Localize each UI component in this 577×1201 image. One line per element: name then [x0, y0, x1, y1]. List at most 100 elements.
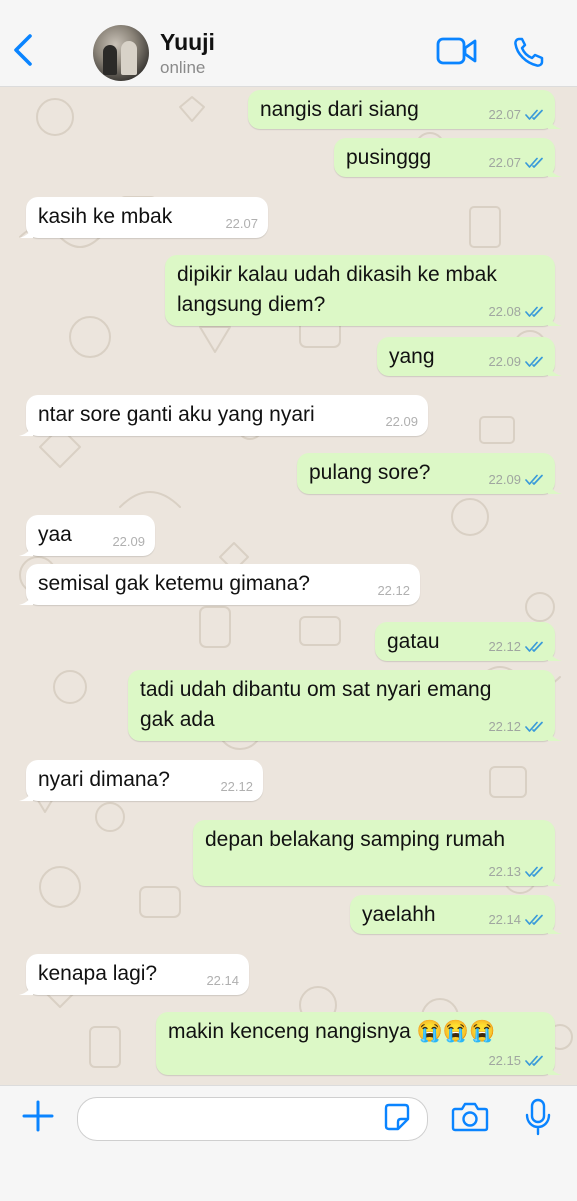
- outgoing-message-bubble[interactable]: nangis dari siang 22.07: [248, 90, 562, 129]
- message-list[interactable]: nangis dari siang 22.07 pusinggg 22.07 kasih…: [0, 87, 577, 1085]
- message-text: yang: [389, 345, 435, 368]
- phone-icon[interactable]: [513, 36, 547, 68]
- message-text: gatau: [387, 630, 440, 653]
- incoming-message-bubble[interactable]: semisal gak ketemu gimana? 22.12: [19, 564, 420, 605]
- outgoing-message-bubble[interactable]: gatau 22.12: [375, 622, 562, 661]
- bubble-tail: [19, 224, 33, 238]
- read-ticks-icon: [525, 866, 543, 877]
- plus-icon[interactable]: [22, 1100, 54, 1132]
- bubble-tail: [548, 1061, 562, 1075]
- message-time: 22.14: [488, 912, 521, 927]
- message-text: depan belakang samping rumah: [205, 828, 506, 851]
- message-input[interactable]: [77, 1097, 428, 1141]
- outgoing-message-bubble[interactable]: tadi udah dibantu om sat nyari emang gak …: [128, 670, 562, 741]
- outgoing-message-bubble[interactable]: depan belakang samping rumah 22.13: [193, 820, 562, 886]
- message-time: 22.07: [488, 107, 521, 122]
- message-text: nangis dari siang: [260, 98, 419, 121]
- message-text: kenapa lagi?: [38, 962, 158, 985]
- message-meta: 22.15: [488, 1054, 545, 1068]
- outgoing-message-bubble[interactable]: yang 22.09: [377, 337, 562, 376]
- message-time: 22.09: [112, 534, 145, 549]
- bubble-tail: [548, 480, 562, 494]
- bubble-tail: [19, 542, 33, 556]
- message-time: 22.12: [220, 779, 253, 794]
- bubble-tail: [548, 872, 562, 886]
- sticker-icon[interactable]: [384, 1103, 410, 1131]
- read-ticks-icon: [525, 641, 543, 652]
- contact-name[interactable]: Yuuji: [160, 29, 215, 56]
- read-ticks-icon: [525, 721, 543, 732]
- message-time: 22.09: [385, 414, 418, 429]
- bubble-tail: [19, 591, 33, 605]
- bubble-tail: [19, 422, 33, 436]
- message-time: 22.07: [225, 216, 258, 231]
- message-meta: 22.12: [220, 780, 253, 794]
- message-meta: 22.12: [377, 584, 410, 598]
- message-text: nyari dimana?: [38, 768, 170, 791]
- read-ticks-icon: [525, 474, 543, 485]
- message-time: 22.14: [206, 973, 239, 988]
- message-text-line: tadi udah dibantu om sat nyari emang: [140, 678, 492, 701]
- avatar[interactable]: [93, 25, 149, 81]
- message-text: kasih ke mbak: [38, 205, 173, 228]
- message-text: dipikir kalau udah dikasih ke mbak langsu…: [177, 260, 497, 320]
- message-text-line: langsung diem?: [177, 293, 326, 316]
- message-meta: 22.07: [225, 217, 258, 231]
- bubble-tail: [548, 920, 562, 934]
- message-time: 22.12: [377, 583, 410, 598]
- message-text: ntar sore ganti aku yang nyari: [38, 403, 315, 426]
- message-meta: 22.09: [112, 535, 145, 549]
- microphone-icon[interactable]: [524, 1098, 552, 1136]
- message-meta: 22.09: [385, 415, 418, 429]
- read-ticks-icon: [525, 306, 543, 317]
- contact-status: online: [160, 58, 206, 77]
- message-text: pusinggg: [346, 146, 432, 169]
- bubble-tail: [548, 312, 562, 326]
- message-text: yaa: [38, 523, 72, 546]
- message-meta: 22.13: [488, 865, 545, 879]
- outgoing-message-bubble[interactable]: yaelahh 22.14: [350, 895, 562, 934]
- bubble-tail: [548, 163, 562, 177]
- read-ticks-icon: [525, 109, 543, 120]
- incoming-message-bubble[interactable]: nyari dimana? 22.12: [19, 760, 263, 801]
- bubble-tail: [548, 647, 562, 661]
- message-meta: 22.09: [488, 473, 545, 487]
- read-ticks-icon: [525, 914, 543, 925]
- message-meta: 22.07: [488, 156, 545, 170]
- message-text-line: dipikir kalau udah dikasih ke mbak: [177, 263, 497, 286]
- message-text-line: gak ada: [140, 708, 215, 731]
- incoming-message-bubble[interactable]: kenapa lagi? 22.14: [19, 954, 249, 995]
- read-ticks-icon: [525, 157, 543, 168]
- outgoing-message-bubble[interactable]: pusinggg 22.07: [334, 138, 562, 177]
- camera-icon[interactable]: [451, 1101, 489, 1133]
- incoming-message-bubble[interactable]: ntar sore ganti aku yang nyari 22.09: [19, 395, 428, 436]
- message-meta: 22.08: [488, 305, 545, 319]
- chat-header: [0, 0, 577, 87]
- message-time: 22.07: [488, 155, 521, 170]
- outgoing-message-bubble[interactable]: pulang sore? 22.09: [297, 453, 562, 494]
- message-text: semisal gak ketemu gimana?: [38, 572, 310, 595]
- incoming-message-bubble[interactable]: kasih ke mbak 22.07: [19, 197, 268, 238]
- message-text: tadi udah dibantu om sat nyari emang gak …: [140, 675, 491, 735]
- message-time: 22.13: [488, 864, 521, 879]
- read-ticks-icon: [525, 356, 543, 367]
- incoming-message-bubble[interactable]: yaa 22.09: [19, 515, 155, 556]
- chevron-left-icon[interactable]: [8, 30, 38, 70]
- message-meta: 22.12: [488, 640, 545, 654]
- message-meta: 22.12: [488, 720, 545, 734]
- outgoing-message-bubble[interactable]: makin kenceng nangisnya 😭😭😭 22.15: [156, 1012, 562, 1075]
- message-text: pulang sore?: [309, 461, 431, 484]
- bubble-tail: [19, 981, 33, 995]
- message-meta: 22.14: [488, 913, 545, 927]
- video-call-icon[interactable]: [436, 37, 478, 65]
- bubble-tail: [548, 115, 562, 129]
- message-text: makin kenceng nangisnya 😭😭😭: [168, 1020, 496, 1043]
- message-time: 22.09: [488, 354, 521, 369]
- message-time: 22.08: [488, 304, 521, 319]
- bubble-tail: [19, 787, 33, 801]
- message-text: yaelahh: [362, 903, 436, 926]
- bubble-tail: [548, 362, 562, 376]
- bubble-tail: [548, 727, 562, 741]
- outgoing-message-bubble[interactable]: dipikir kalau udah dikasih ke mbak langsu…: [165, 255, 562, 326]
- message-meta: 22.09: [488, 355, 545, 369]
